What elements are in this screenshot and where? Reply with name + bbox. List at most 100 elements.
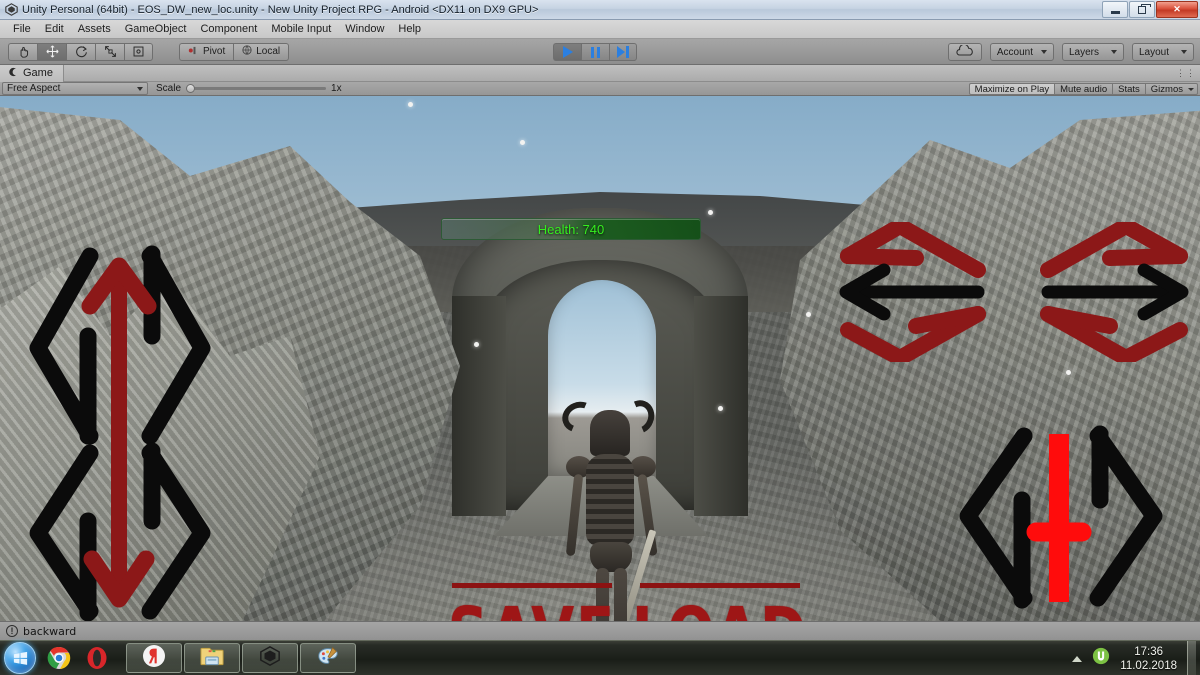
- account-label: Account: [996, 46, 1033, 58]
- status-message: backward: [23, 624, 77, 638]
- quick-launch: [46, 645, 110, 671]
- paint-icon: [316, 645, 340, 672]
- strafe-left-pad[interactable]: [838, 222, 988, 362]
- dust-particle: [1066, 370, 1071, 375]
- save-button[interactable]: SAVE: [448, 583, 614, 621]
- mute-audio-button[interactable]: Mute audio: [1054, 83, 1113, 95]
- windows-taskbar: 17:36 11.02.2018: [0, 640, 1200, 675]
- task-yandex-browser[interactable]: [126, 643, 182, 673]
- window-title: Unity Personal (64bit) - EOS_DW_new_loc.…: [22, 3, 539, 16]
- menu-file[interactable]: File: [6, 21, 38, 37]
- move-tool-button[interactable]: [37, 42, 66, 61]
- scale-slider[interactable]: [186, 84, 327, 93]
- show-desktop-button[interactable]: [1187, 641, 1196, 675]
- ribcage: [586, 454, 634, 546]
- menu-component[interactable]: Component: [193, 21, 264, 37]
- unity-icon: [259, 645, 281, 672]
- save-load-buttons: SAVE LOAD: [448, 583, 806, 621]
- cloud-button[interactable]: [947, 43, 982, 61]
- pause-button[interactable]: [581, 43, 609, 61]
- info-icon: !: [6, 625, 18, 637]
- gizmos-label: Gizmos: [1150, 83, 1183, 95]
- game-tab-icon: [8, 67, 18, 80]
- pause-icon: [591, 46, 600, 58]
- arrow-right-icon: [1041, 263, 1189, 321]
- clock[interactable]: 17:36 11.02.2018: [1120, 645, 1177, 673]
- scale-slider-handle[interactable]: [186, 84, 196, 93]
- dust-particle: [474, 342, 479, 347]
- window-controls: ✕: [1102, 1, 1198, 18]
- dust-particle: [708, 210, 713, 215]
- rect-tool-button[interactable]: [124, 42, 153, 61]
- chevron-down-icon: [137, 86, 143, 91]
- unity-editor-window: Unity Personal (64bit) - EOS_DW_new_loc.…: [0, 0, 1200, 675]
- panel-tab-strip: Game ⋮⋮: [0, 64, 1200, 82]
- rotate-tool-button[interactable]: [66, 42, 95, 61]
- health-label: Health: 740: [537, 221, 605, 237]
- load-label: LOAD: [632, 584, 806, 621]
- layers-dropdown[interactable]: Layers: [1062, 43, 1124, 61]
- move-forward-pad[interactable]: [18, 236, 218, 446]
- start-button[interactable]: [4, 642, 36, 674]
- health-bar: Health: 740: [441, 218, 701, 240]
- scale-value: 1x: [331, 83, 342, 94]
- file-explorer-icon: [199, 645, 225, 672]
- local-button[interactable]: Local: [233, 42, 290, 61]
- status-bar[interactable]: ! backward: [0, 621, 1200, 640]
- restore-button[interactable]: [1129, 1, 1155, 18]
- task-file-explorer[interactable]: [184, 643, 240, 673]
- gizmos-button[interactable]: Gizmos: [1144, 83, 1198, 95]
- chevron-down-icon: [1181, 50, 1187, 54]
- chrome-icon[interactable]: [46, 645, 72, 671]
- step-icon: [617, 46, 629, 58]
- arrow-down-icon: [83, 441, 155, 608]
- utorrent-icon[interactable]: [1092, 647, 1110, 670]
- yandex-browser-icon: [142, 644, 166, 673]
- stats-button[interactable]: Stats: [1112, 83, 1145, 95]
- show-hidden-icons-button[interactable]: [1072, 655, 1083, 662]
- play-icon: [562, 46, 573, 58]
- opera-icon[interactable]: [84, 645, 110, 671]
- menu-mobile-input[interactable]: Mobile Input: [264, 21, 338, 37]
- attack-pad[interactable]: [946, 422, 1176, 612]
- menu-gameobject[interactable]: GameObject: [118, 21, 194, 37]
- chevron-down-icon: [1111, 50, 1117, 54]
- layout-dropdown[interactable]: Layout: [1132, 43, 1194, 61]
- play-button[interactable]: [553, 43, 581, 61]
- transform-tools: [8, 42, 153, 61]
- game-viewport[interactable]: Health: 740: [0, 96, 1200, 621]
- tab-game[interactable]: Game: [0, 64, 64, 82]
- taskbar-tasks: [126, 643, 356, 673]
- menu-help[interactable]: Help: [391, 21, 428, 37]
- strafe-right-pad[interactable]: [1040, 222, 1190, 362]
- pivot-button[interactable]: Pivot: [179, 42, 234, 61]
- system-tray: 17:36 11.02.2018: [1072, 641, 1200, 675]
- move-backward-pad[interactable]: [18, 441, 218, 621]
- step-button[interactable]: [609, 43, 637, 61]
- menu-assets[interactable]: Assets: [71, 21, 118, 37]
- maximize-on-play-button[interactable]: Maximize on Play: [968, 83, 1055, 95]
- load-button[interactable]: LOAD: [632, 583, 806, 621]
- arrow-up-icon: [81, 257, 157, 446]
- menu-window[interactable]: Window: [338, 21, 391, 37]
- minimize-button[interactable]: [1102, 1, 1128, 18]
- clock-time: 17:36: [1134, 645, 1164, 658]
- menu-bar: File Edit Assets GameObject Component Mo…: [0, 20, 1200, 39]
- main-toolbar: Pivot Local Account Layers Layout: [0, 39, 1200, 65]
- menu-edit[interactable]: Edit: [38, 21, 71, 37]
- close-button[interactable]: ✕: [1156, 1, 1198, 18]
- archway-left-pillar: [452, 296, 506, 516]
- hand-tool-button[interactable]: [8, 42, 37, 61]
- task-unity[interactable]: [242, 643, 298, 673]
- game-tab-label: Game: [23, 67, 53, 79]
- panel-options-icon[interactable]: ⋮⋮: [1176, 68, 1196, 79]
- task-paint[interactable]: [300, 643, 356, 673]
- unity-icon: [4, 3, 18, 17]
- clock-date: 11.02.2018: [1120, 659, 1177, 672]
- account-dropdown[interactable]: Account: [989, 43, 1054, 61]
- local-label: Local: [256, 46, 281, 57]
- scale-tool-button[interactable]: [95, 42, 124, 61]
- aspect-ratio-dropdown[interactable]: Free Aspect: [2, 82, 148, 95]
- sword-icon: [1026, 434, 1092, 602]
- game-view-toggles: Maximize on Play Mute audio Stats Gizmos: [968, 83, 1198, 95]
